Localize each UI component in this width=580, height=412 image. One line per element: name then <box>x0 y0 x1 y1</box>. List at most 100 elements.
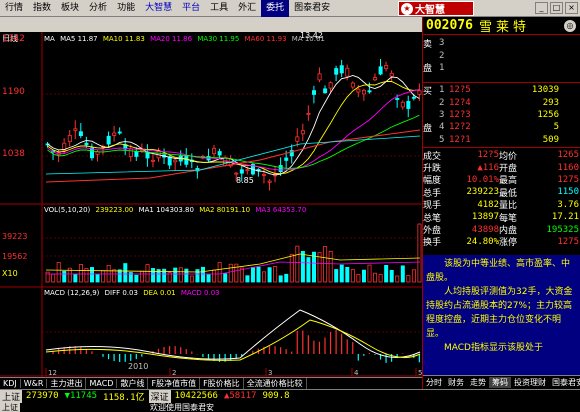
volume-bar <box>267 267 272 283</box>
tab-f-nav[interactable]: F股净值市值 <box>148 378 201 389</box>
volume-bar <box>278 275 283 283</box>
volume-bar <box>200 266 205 283</box>
menu-item-platform[interactable]: 平台 <box>177 0 205 17</box>
tab-timeshare[interactable]: 分时 <box>423 377 445 388</box>
candle-body <box>73 128 78 131</box>
menu-item-quotes[interactable]: 行情 <box>0 0 28 17</box>
stat-value-2: 1275 <box>557 174 579 185</box>
volume-bar <box>406 275 411 283</box>
tab-investment[interactable]: 投资理财 <box>511 377 549 388</box>
sell-side-label: 卖 <box>423 39 433 50</box>
ma30-value: MA30 11.95 <box>197 35 239 43</box>
menu-item-trade[interactable]: 委托 <box>261 0 290 17</box>
tab-trend[interactable]: 走势 <box>467 377 489 388</box>
status-bar: 上证 273970 ▼11745 1158.1亿 深证 10422566 ▲58… <box>0 389 580 412</box>
stat-label: 总笔 <box>423 213 442 224</box>
sell-level: 1 <box>439 62 445 73</box>
menu-item-analysis[interactable]: 分析 <box>84 0 112 17</box>
volume-bar <box>384 265 389 283</box>
candle-body <box>167 156 172 166</box>
volume-bar <box>250 266 255 283</box>
volume-bar <box>101 270 106 283</box>
candle-body <box>356 88 361 93</box>
tab-retail-line[interactable]: 散户线 <box>117 378 149 389</box>
volume-bar <box>295 245 300 283</box>
sh-index-tag[interactable]: 上证 <box>0 389 23 403</box>
stat-value-2: 3.76 <box>557 199 579 210</box>
stat-value-2: 17.21 <box>551 212 579 223</box>
commentary-text: 该股为中等业绩、高市盈率、中盘股。 <box>426 259 571 283</box>
sell-level: 3 <box>439 38 445 49</box>
buy-volume: 293 <box>542 97 559 108</box>
candle-body <box>378 66 383 75</box>
volume-bar <box>411 269 416 283</box>
volume-bar <box>195 269 200 283</box>
ma20-value: MA20 11.86 <box>150 35 193 43</box>
stat-value-2: 1150 <box>557 187 579 198</box>
stat-label: 成交 <box>423 151 442 162</box>
sz-index-tag[interactable]: 深证 <box>148 389 171 403</box>
volume-bar <box>189 275 194 283</box>
volume-bar <box>339 264 344 283</box>
volume-bar <box>367 264 372 283</box>
tab-kdj[interactable]: KDJ <box>0 379 21 388</box>
tab-broker[interactable]: 国泰君安 <box>549 377 580 388</box>
chart-area[interactable]: 日线 MA MA5 11.87 MA10 11.83 MA20 11.86 MA… <box>0 32 422 377</box>
sz-index-change: ▲58117 <box>223 391 257 401</box>
candle-body <box>389 72 394 77</box>
ma5-value: MA5 11.87 <box>60 35 98 43</box>
volume-bar <box>284 273 289 283</box>
stat-value: 13897 <box>471 212 499 223</box>
minimize-icon[interactable]: _ <box>535 2 548 14</box>
candle-body <box>239 169 244 174</box>
stat-row: 换手 24.80% 涨停 1275 <box>423 236 580 248</box>
stat-value: 239223 <box>466 187 499 198</box>
menu-bar: 行情 指数 板块 分析 功能 大智慧 平台 工具 外汇 委托 图泰君安 <box>0 0 580 17</box>
menu-item-index[interactable]: 指数 <box>28 0 56 17</box>
volume-bar <box>223 273 228 283</box>
menu-item-functions[interactable]: 功能 <box>112 0 140 17</box>
brand-logo: ★ 大智慧 <box>398 1 474 16</box>
tab-chips[interactable]: 筹码 <box>489 377 511 388</box>
stat-value: 4182 <box>477 199 499 210</box>
vol-axis-unit: X10 <box>2 269 18 278</box>
candle-body <box>328 82 333 89</box>
message-tag[interactable]: 上证 <box>0 402 20 412</box>
buy-row: 2 12?4 293 <box>423 96 580 108</box>
kline-chart[interactable]: 日线 MA MA5 11.87 MA10 11.83 MA20 11.86 MA… <box>0 32 422 377</box>
candle-body <box>84 142 89 146</box>
candle-body <box>112 132 117 136</box>
vol-value: 239223.00 <box>96 206 134 214</box>
app-window: 行情 指数 板块 分析 功能 大智慧 平台 工具 外汇 委托 图泰君安 ★ 大智… <box>0 0 580 412</box>
info-icon[interactable]: ◎ <box>564 19 576 32</box>
menu-item-sector[interactable]: 板块 <box>56 0 84 17</box>
stat-value-2: 195325 <box>546 224 579 235</box>
buy-volume: 509 <box>542 134 559 145</box>
tab-main-force[interactable]: 主力进出 <box>47 378 87 389</box>
commentary-panel: 该股为中等业绩、高市盈率、中盘股。 人均持股评测值为32手，大资金持股约占流通股… <box>423 255 580 375</box>
volume-bar <box>217 262 222 283</box>
candle-body <box>400 101 405 108</box>
restore-icon[interactable]: □ <box>550 2 563 14</box>
menu-item-forex[interactable]: 外汇 <box>233 0 261 17</box>
tab-full-circulation[interactable]: 全流通价格比较 <box>244 378 307 389</box>
volume-bar <box>90 267 95 283</box>
candle-body <box>323 88 328 94</box>
tab-finance[interactable]: 财务 <box>445 377 467 388</box>
candle-body <box>311 90 316 95</box>
stat-label-2: 内盘 <box>499 226 518 236</box>
volume-bar <box>389 270 394 283</box>
candle-body <box>411 96 416 99</box>
sell-side-label: 盘 <box>423 64 433 75</box>
close-icon[interactable]: × <box>565 2 578 14</box>
menu-item-broker[interactable]: 图泰君安 <box>289 0 335 17</box>
candle-body <box>395 98 400 100</box>
tab-macd[interactable]: MACD <box>86 379 118 388</box>
volume-bar <box>78 264 83 283</box>
menu-item-dzh[interactable]: 大智慧 <box>140 0 177 17</box>
tab-f-price-ratio[interactable]: F股价格比 <box>200 378 244 389</box>
x-tick-label: 2 <box>172 369 176 377</box>
tab-wr[interactable]: W&R <box>21 379 48 388</box>
volume-bar <box>328 250 333 283</box>
menu-item-tools[interactable]: 工具 <box>205 0 233 17</box>
